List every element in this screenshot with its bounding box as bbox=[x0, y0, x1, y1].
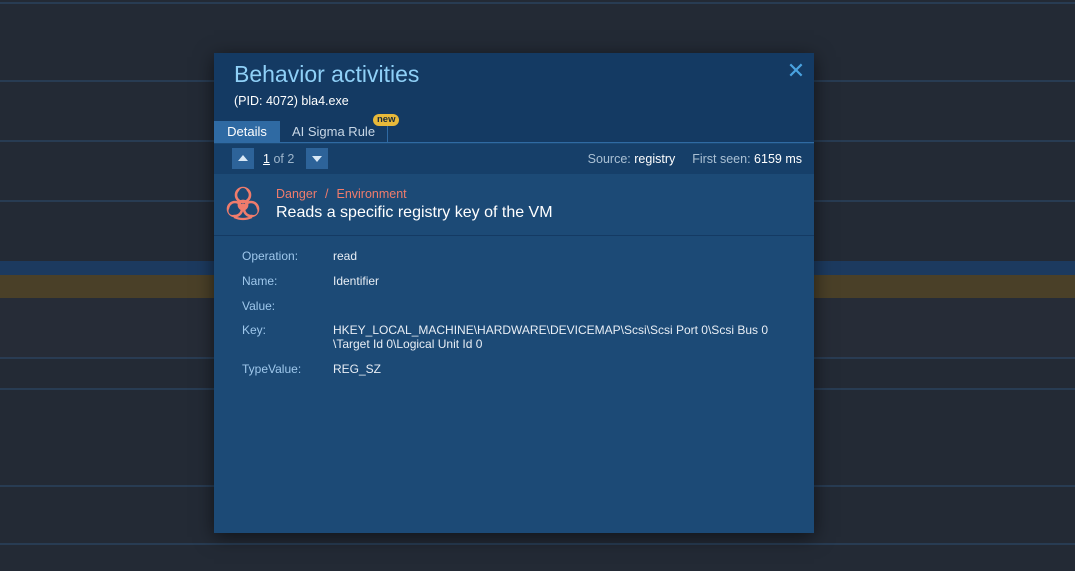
new-badge: new bbox=[373, 114, 400, 126]
source-value: registry bbox=[634, 152, 676, 166]
process-subtitle: (PID: 4072) bla4.exe bbox=[234, 94, 349, 108]
behavior-activities-modal: Behavior activities (PID: 4072) bla4.exe… bbox=[214, 53, 814, 533]
detail-value: Identifier bbox=[333, 274, 380, 288]
tab-details[interactable]: Details bbox=[214, 121, 280, 143]
bg-row-divider bbox=[0, 2, 1075, 4]
previous-button[interactable] bbox=[232, 148, 254, 169]
detail-row: Value: bbox=[242, 299, 802, 313]
pager-total: of 2 bbox=[273, 152, 295, 166]
event-category: Danger / Environment bbox=[276, 187, 407, 201]
biohazard-icon bbox=[226, 186, 260, 221]
detail-label: Key: bbox=[242, 323, 267, 337]
event-header: Danger / Environment Reads a specific regi… bbox=[214, 174, 814, 236]
tab-ai-sigma-rule[interactable]: AI Sigma Rule bbox=[280, 121, 388, 143]
event-meta: Source: registry First seen: 6159 ms bbox=[588, 152, 802, 166]
chevron-up-icon bbox=[238, 155, 248, 161]
source-label: Source: bbox=[587, 152, 631, 166]
detail-value: read bbox=[333, 249, 358, 263]
detail-row: Operation: read bbox=[242, 249, 802, 263]
detail-label: Value: bbox=[242, 299, 276, 313]
pager-row: 1 of 2 Source: registry First seen: 6159… bbox=[214, 144, 814, 174]
chevron-down-icon bbox=[312, 156, 322, 162]
first-seen-value: 6159 ms bbox=[754, 152, 802, 166]
detail-row: TypeValue: REG_SZ bbox=[242, 362, 802, 376]
detail-label: TypeValue: bbox=[242, 362, 302, 376]
detail-label: Name: bbox=[242, 274, 278, 288]
detail-row: Key: HKEY_LOCAL_MACHINE\HARDWARE\DEVICEM… bbox=[242, 323, 802, 351]
tab-bar: Details AI Sigma Rule bbox=[214, 121, 814, 143]
modal-title: Behavior activities bbox=[234, 61, 420, 87]
first-seen-label: First seen: bbox=[692, 152, 751, 166]
category-label: Environment bbox=[336, 187, 407, 201]
pager-position: 1 of 2 bbox=[263, 152, 294, 166]
bg-row-divider bbox=[0, 543, 1075, 545]
severity-label: Danger bbox=[276, 187, 317, 201]
pager-current[interactable]: 1 bbox=[263, 152, 270, 166]
modal-header: Behavior activities (PID: 4072) bla4.exe… bbox=[214, 53, 814, 121]
detail-label: Operation: bbox=[242, 249, 299, 263]
detail-row: Name: Identifier bbox=[242, 274, 802, 288]
next-button[interactable] bbox=[306, 148, 328, 169]
close-icon[interactable]: ✕ bbox=[785, 60, 807, 82]
event-details: Operation: read Name: Identifier Value: … bbox=[242, 249, 802, 387]
detail-value: HKEY_LOCAL_MACHINE\HARDWARE\DEVICEMAP\Sc… bbox=[333, 323, 768, 351]
crumb-separator: / bbox=[325, 187, 329, 201]
detail-value: REG_SZ bbox=[333, 362, 382, 376]
event-title: Reads a specific registry key of the VM bbox=[276, 204, 553, 221]
